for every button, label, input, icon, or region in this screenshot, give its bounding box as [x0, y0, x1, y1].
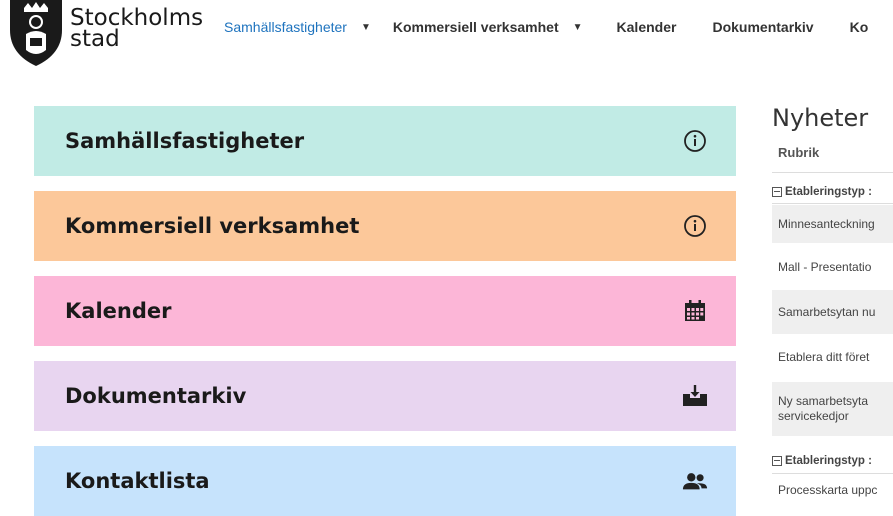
news-row[interactable]: Ny samarbetsyta servicekedjor — [772, 382, 893, 436]
column-header-rubrik[interactable]: Rubrik — [778, 145, 819, 160]
news-link-line: servicekedjor — [778, 409, 849, 423]
group-label: Etableringstyp : — [785, 186, 872, 198]
news-link[interactable]: Mall - Presentatio — [778, 260, 871, 275]
nav-samhallsfastigheter[interactable]: Samhällsfastigheter ▼ — [224, 19, 371, 35]
info-icon[interactable] — [682, 213, 708, 239]
info-icon[interactable] — [682, 128, 708, 154]
news-link[interactable]: Samarbetsytan nu — [778, 305, 875, 320]
news-link[interactable]: Ny samarbetsyta servicekedjor — [778, 394, 868, 424]
calendar-icon[interactable] — [682, 298, 708, 324]
caret-down-icon[interactable]: ▼ — [573, 22, 583, 33]
news-row[interactable]: Samarbetsytan nu — [772, 290, 893, 334]
collapse-icon[interactable] — [772, 187, 782, 197]
collapse-icon[interactable] — [772, 456, 782, 466]
news-title: Nyheter — [772, 104, 869, 132]
tile-kommersiell-verksamhet[interactable]: Kommersiell verksamhet — [34, 191, 736, 261]
people-icon[interactable] — [682, 468, 708, 494]
logo-wordmark[interactable]: Stockholms stad — [70, 7, 203, 52]
news-link[interactable]: Etablera ditt föret — [778, 350, 869, 365]
inbox-download-icon[interactable] — [682, 383, 708, 409]
logo-line2: stad — [70, 26, 120, 52]
tile-dokumentarkiv[interactable]: Dokumentarkiv — [34, 361, 736, 431]
news-panel: Nyheter Rubrik Etableringstyp : Minnesan… — [770, 0, 893, 512]
nav-label: Samhällsfastigheter — [224, 19, 347, 35]
news-link[interactable]: Processkarta uppc — [778, 483, 877, 498]
tile-kontaktlista[interactable]: Kontaktlista — [34, 446, 736, 516]
group-header[interactable]: Etableringstyp : — [772, 455, 872, 467]
news-row[interactable]: Etablera ditt föret — [772, 340, 893, 374]
tile-label: Kalender — [65, 299, 172, 323]
news-link[interactable]: Minnesanteckning — [778, 217, 875, 232]
tile-samhallsfastigheter[interactable]: Samhällsfastigheter — [34, 106, 736, 176]
stockholm-crest-logo[interactable] — [8, 0, 64, 66]
nav-kalender[interactable]: Kalender — [617, 19, 677, 35]
nav-kommersiell-verksamhet[interactable]: Kommersiell verksamhet ▼ — [393, 19, 583, 35]
tile-kalender[interactable]: Kalender — [34, 276, 736, 346]
divider — [772, 172, 893, 173]
group-label: Etableringstyp : — [785, 455, 872, 467]
nav-label: Kommersiell verksamhet — [392, 19, 559, 35]
divider — [772, 203, 893, 204]
tile-label: Dokumentarkiv — [65, 384, 247, 408]
tile-label: Kommersiell verksamhet — [65, 214, 360, 238]
news-row[interactable]: Minnesanteckning — [772, 205, 893, 243]
caret-down-icon[interactable]: ▼ — [361, 22, 371, 33]
tile-label: Samhällsfastigheter — [65, 129, 305, 153]
nav-label: Kalender — [616, 19, 677, 35]
news-row[interactable]: Mall - Presentatio — [772, 250, 893, 284]
divider — [772, 473, 893, 474]
group-header[interactable]: Etableringstyp : — [772, 186, 872, 198]
news-link-line: Ny samarbetsyta — [778, 394, 869, 408]
news-row[interactable]: Processkarta uppc — [772, 478, 893, 502]
tile-label: Kontaktlista — [65, 469, 210, 493]
